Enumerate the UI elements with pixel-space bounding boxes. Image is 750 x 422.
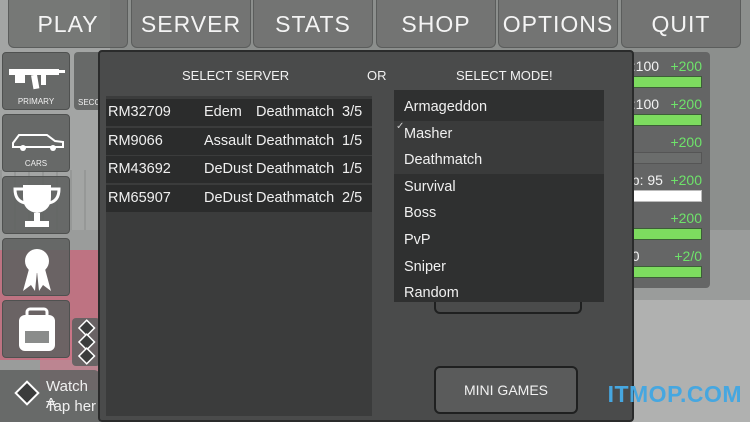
stat-upgrade[interactable]: +200 — [670, 172, 702, 188]
stat-row: e:100 +200 — [622, 54, 710, 90]
server-players: 1/5 — [342, 161, 363, 177]
mode-option[interactable]: Boss — [394, 200, 604, 227]
primary-label: PRIMARY — [17, 97, 55, 106]
stat-row: ep: 95 +200 — [622, 168, 710, 204]
server-map: DeDust — [204, 161, 253, 177]
stat-upgrade[interactable]: +200 — [670, 134, 702, 150]
watermark: ITMOP.COM — [607, 381, 742, 407]
stat-upgrade[interactable]: +200 — [670, 58, 702, 74]
shop-button[interactable]: SHOP — [376, 0, 496, 48]
stat-bar-fill — [629, 77, 701, 87]
diamond-icon — [14, 380, 40, 406]
quit-button[interactable]: QUIT — [621, 0, 741, 48]
server-mode: Deathmatch — [256, 104, 335, 120]
server-id: RM65907 — [108, 189, 171, 206]
backpack-slot[interactable] — [2, 300, 70, 358]
server-mode: Deathmatch — [256, 161, 335, 177]
mode-option[interactable]: Survival — [394, 174, 604, 201]
mode-option[interactable]: Masher — [394, 120, 604, 148]
play-button[interactable]: PLAY — [8, 0, 128, 48]
server-mode: Deathmatch — [256, 189, 335, 206]
server-map: Edem — [204, 104, 242, 120]
ribbon-icon — [23, 249, 51, 291]
server-row[interactable]: RM9066 Assault Deathmatch 1/5 — [106, 127, 372, 155]
stat-upgrade[interactable]: +200 — [670, 96, 702, 112]
stat-bar-fill — [629, 115, 701, 125]
stat-bar — [628, 114, 702, 126]
server-map: DeDust — [204, 189, 253, 206]
mode-option[interactable]: PvP — [394, 227, 604, 254]
car-icon — [12, 134, 64, 151]
server-id: RM9066 — [108, 132, 163, 149]
stat-bar — [628, 76, 702, 88]
server-button[interactable]: SERVER — [131, 0, 251, 48]
server-map: Assault — [204, 132, 252, 149]
server-id: RM43692 — [108, 161, 171, 177]
watch-ad-button[interactable]: Watch A Tap her — [0, 370, 100, 422]
cars-label: CARS — [24, 159, 48, 168]
mini-games-button[interactable]: MINI GAMES — [434, 366, 578, 414]
backpack-icon — [19, 307, 55, 351]
select-mode-heading: SELECT MODE! — [456, 68, 553, 83]
stats-button[interactable]: STATS — [253, 0, 373, 48]
trophy-slot[interactable] — [2, 176, 70, 234]
watch-ad-line2: Tap her — [46, 398, 97, 415]
server-row[interactable]: RM65907 DeDust Deathmatch 2/5 — [106, 184, 372, 212]
cars-slot[interactable]: CARS — [2, 114, 70, 172]
trophy-icon — [13, 185, 61, 227]
server-players: 1/5 — [342, 132, 363, 149]
stat-bar-fill — [629, 229, 701, 239]
server-players: 2/5 — [342, 189, 363, 206]
mode-list[interactable]: Armageddon Masher ✓ Deathmatch Survival Boss P… — [394, 90, 604, 302]
server-players: 3/5 — [342, 104, 363, 120]
server-list[interactable]: RM32709 Edem Deathmatch 3/5 RM9066 Assault Dea… — [106, 96, 372, 416]
stat-upgrade[interactable]: +2/0 — [674, 248, 702, 264]
options-button[interactable]: OPTIONS — [498, 0, 618, 48]
server-mode: Deathmatch — [256, 132, 335, 149]
stat-bar — [628, 266, 702, 278]
mode-option[interactable]: Deathmatch — [394, 147, 604, 174]
stat-bar-fill — [629, 267, 701, 277]
stat-row: 0+200 — [622, 206, 710, 242]
stat-bar — [628, 228, 702, 240]
stat-row: e:100 +200 — [622, 92, 710, 128]
stat-bar — [628, 152, 702, 164]
stat-row: 10+2/0 — [622, 244, 710, 280]
diamond-icon — [77, 319, 96, 365]
checkmark-icon: ✓ — [396, 120, 405, 132]
diamond-indicators[interactable] — [72, 318, 100, 366]
rifle-icon — [9, 69, 65, 90]
stats-panel: e:100+200e:100+200e+200ep: 95+2000+20010… — [622, 52, 710, 288]
mode-option[interactable]: Armageddon — [394, 94, 604, 121]
server-id: RM32709 — [108, 104, 171, 120]
mode-option[interactable]: Random — [394, 280, 604, 302]
server-row[interactable]: RM32709 Edem Deathmatch 3/5 — [106, 99, 372, 126]
top-menu: PLAY SERVER STATS SHOP OPTIONS QUIT — [0, 0, 750, 48]
stat-upgrade[interactable]: +200 — [670, 210, 702, 226]
or-label: OR — [367, 68, 387, 83]
server-row[interactable]: RM43692 DeDust Deathmatch 1/5 — [106, 156, 372, 183]
stat-row: e+200 — [622, 130, 710, 166]
server-select-dialog: SELECT SERVER OR SELECT MODE! RM32709 Ede… — [98, 50, 634, 422]
badge-slot[interactable] — [2, 238, 70, 296]
primary-weapon-slot[interactable]: PRIMARY — [2, 52, 70, 110]
stat-bar — [628, 190, 702, 202]
mode-option[interactable]: Sniper — [394, 254, 604, 281]
select-server-heading: SELECT SERVER — [182, 68, 290, 83]
